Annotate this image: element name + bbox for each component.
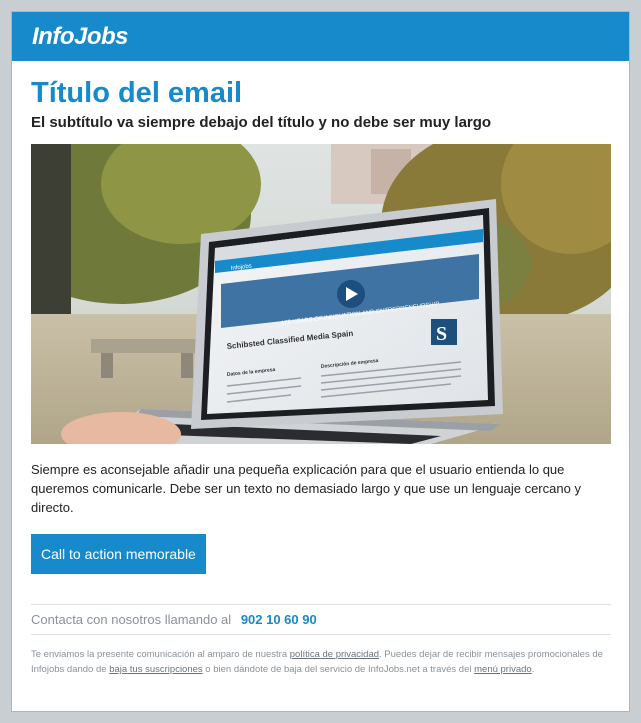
email-card: InfoJobs Título del email El subtítulo v… [11, 11, 630, 712]
infojobs-logo[interactable]: InfoJobs [32, 23, 129, 51]
svg-text:S: S [436, 323, 447, 345]
legal-text-part: . [531, 664, 535, 675]
footer-divider-bottom [31, 634, 611, 635]
legal-text-part: Te enviamos la presente comunicación al … [31, 649, 290, 660]
legal-text: Te enviamos la presente comunicación al … [31, 647, 611, 677]
email-content: Título del email El subtítulo va siempre… [12, 77, 629, 677]
privacy-policy-link[interactable]: política de privacidad [290, 649, 379, 660]
contact-phone[interactable]: 902 10 60 90 [241, 612, 317, 627]
email-subtitle: El subtítulo va siempre debajo del títul… [31, 114, 492, 131]
contact-line: Contacta con nosotros llamando al 902 10… [31, 605, 610, 634]
email-body-text: Siempre es aconsejable añadir una pequeñ… [31, 462, 581, 515]
email-title: Título del email [31, 77, 243, 109]
laptop-photo: Infojobs 175 YEARS OF INNOVATION AND ENT… [31, 144, 611, 444]
contact-label: Contacta con nosotros llamando al [31, 612, 232, 627]
legal-text-part: o bien dándote de baja del servicio de I… [202, 664, 475, 675]
hero-image: Infojobs 175 YEARS OF INNOVATION AND ENT… [31, 144, 611, 444]
unsubscribe-link[interactable]: baja tus suscripciones [109, 664, 202, 675]
call-to-action-button[interactable]: Call to action memorable [31, 534, 206, 574]
email-header: InfoJobs [12, 12, 629, 61]
private-menu-link[interactable]: menú privado [474, 664, 532, 675]
